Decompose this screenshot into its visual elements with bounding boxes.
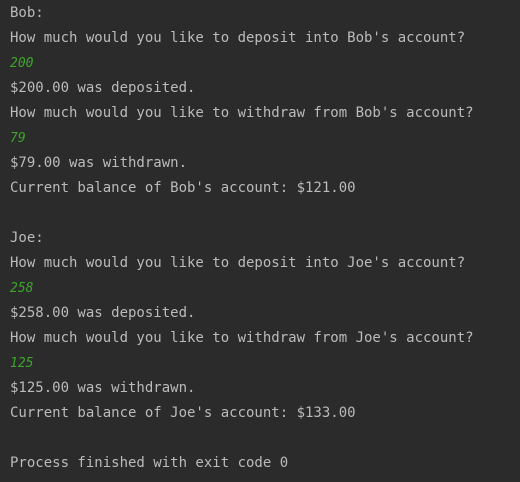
- console-line-prompt: How much would you like to withdraw from…: [10, 105, 474, 121]
- console-line-output: Joe:: [10, 230, 44, 246]
- console-line-output: $125.00 was withdrawn.: [10, 380, 196, 396]
- console-line-output: Bob:: [10, 5, 44, 21]
- console-line-balance: Current balance of Bob's account: $121.0…: [10, 180, 356, 196]
- console-line-exit-status: Process finished with exit code 0: [10, 455, 289, 471]
- console-line-output: $200.00 was deposited.: [10, 80, 196, 96]
- console-line-prompt: How much would you like to withdraw from…: [10, 330, 474, 346]
- console-line-user-input: 200: [10, 56, 34, 71]
- console-line-user-input: 258: [10, 281, 34, 296]
- console-line-output: $258.00 was deposited.: [10, 305, 196, 321]
- console-line-output: $79.00 was withdrawn.: [10, 155, 188, 171]
- console-line-prompt: How much would you like to deposit into …: [10, 255, 466, 271]
- console-output-panel[interactable]: Bob: How much would you like to deposit …: [0, 0, 520, 482]
- console-line-user-input: 125: [10, 356, 34, 371]
- console-line-balance: Current balance of Joe's account: $133.0…: [10, 405, 356, 421]
- console-line-prompt: How much would you like to deposit into …: [10, 30, 466, 46]
- console-line-user-input: 79: [10, 131, 26, 146]
